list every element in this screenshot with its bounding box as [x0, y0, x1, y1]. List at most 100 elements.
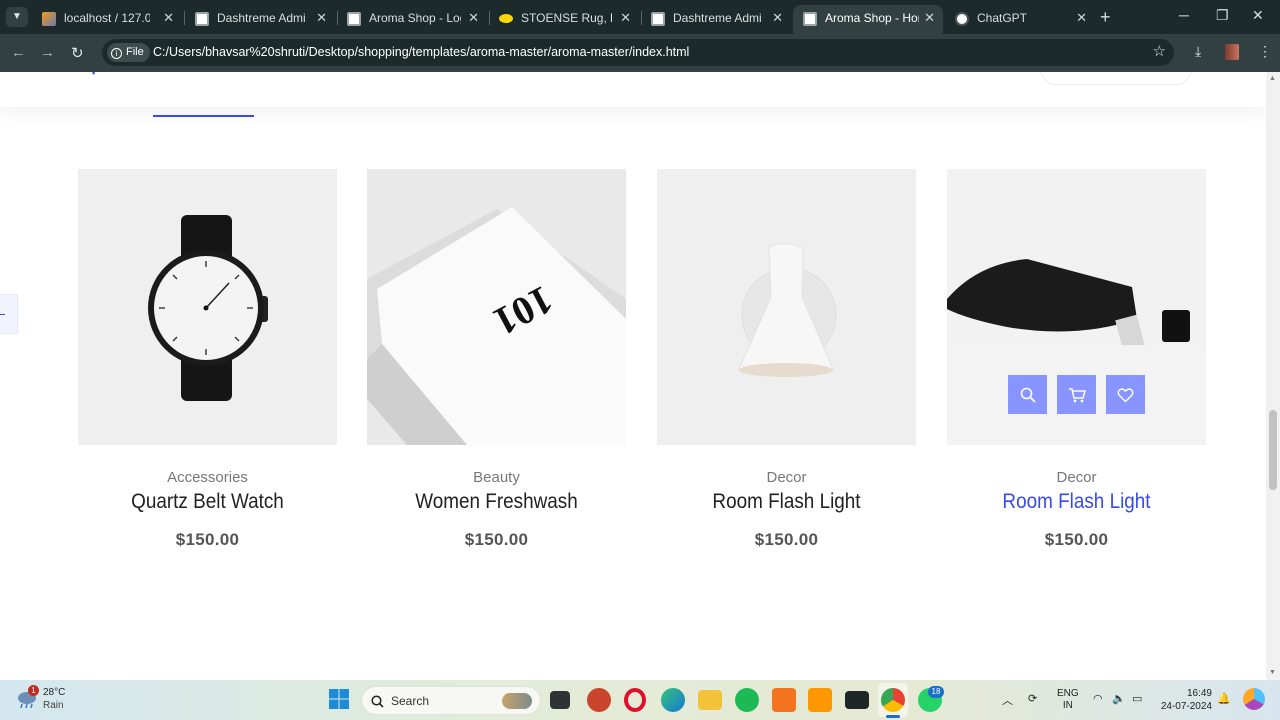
windows-taskbar: 1 28°C Rain Search 18 ︿ ⟳ ENG IN ◠ 🔈 ▭ 16… [0, 680, 1280, 720]
forward-button[interactable]: → [40, 44, 55, 61]
search-label: Search [391, 694, 430, 708]
task-view-icon[interactable] [550, 691, 570, 709]
lang-line2: IN [1062, 700, 1073, 711]
scroll-thumb[interactable] [1269, 410, 1277, 490]
wishlist-button[interactable] [1106, 375, 1145, 414]
tab-strip: ▼ localhost / 127.0.0.1 ✕ Dashtreme Admi… [0, 0, 1280, 34]
active-app-indicator [886, 715, 900, 718]
tab-title: ChatGPT [977, 11, 1028, 25]
product-image[interactable]: 101 [367, 169, 626, 445]
tab-chatgpt[interactable]: ChatGPT ✕ [945, 5, 1095, 34]
close-tab-icon[interactable]: ✕ [772, 10, 783, 26]
close-tab-icon[interactable]: ✕ [1076, 10, 1087, 26]
tab-title: STOENSE Rug, low pi [521, 11, 613, 25]
search-icon [371, 695, 384, 708]
browser-toolbar: ← → ↻ i File C:/Users/bhavsar%20shruti/De… [0, 34, 1280, 72]
clock-date: 24-07-2024 [1160, 701, 1212, 712]
tab-dashtreme-2[interactable]: Dashtreme Admin - F ✕ [641, 5, 791, 34]
tab-aroma-login[interactable]: Aroma Shop - Login ✕ [337, 5, 487, 34]
cart-icon [1068, 387, 1086, 402]
chatgpt-icon [955, 12, 969, 26]
tab-search-button[interactable]: ▼ [6, 7, 28, 27]
page-icon [651, 12, 665, 26]
product-name[interactable]: Quartz Belt Watch [91, 490, 324, 514]
lamp-image [657, 169, 916, 445]
tab-title: Aroma Shop - Login [369, 11, 461, 25]
bookmark-star-icon[interactable]: ☆ [1153, 42, 1166, 60]
weather-temp[interactable]: 28°C [43, 687, 65, 698]
close-window-button[interactable]: ✕ [1252, 7, 1264, 24]
nav-toggle-icon[interactable]: ▪ [92, 72, 95, 78]
page-icon [195, 12, 209, 26]
file-explorer-icon[interactable] [698, 690, 722, 710]
close-tab-icon[interactable]: ✕ [468, 10, 479, 26]
close-tab-icon[interactable]: ✕ [163, 10, 174, 26]
info-icon: i [111, 48, 122, 59]
tab-localhost[interactable]: localhost / 127.0.0.1 ✕ [32, 5, 182, 34]
quick-view-button[interactable] [1008, 375, 1047, 414]
terminal-icon[interactable] [845, 691, 869, 709]
taskbar-search[interactable]: Search [361, 686, 541, 715]
side-panel-toggle[interactable] [0, 294, 18, 334]
new-tab-button[interactable]: + [1100, 7, 1111, 28]
product-price: $150.00 [175, 530, 240, 549]
tab-dashtreme-1[interactable]: Dashtreme Admin - F ✕ [185, 5, 335, 34]
close-tab-icon[interactable]: ✕ [924, 10, 935, 26]
add-to-cart-button[interactable] [1057, 375, 1096, 414]
close-tab-icon[interactable]: ✕ [620, 10, 631, 26]
opera-icon[interactable] [624, 688, 646, 712]
menu-kebab-icon[interactable]: ⋮ [1258, 43, 1272, 60]
show-hidden-icons[interactable]: ︿ [1002, 692, 1013, 708]
weather-badge: 1 [28, 685, 39, 696]
sublime-icon[interactable] [808, 688, 832, 712]
edge-icon[interactable] [661, 688, 685, 712]
ikea-icon [499, 14, 513, 23]
wifi-icon[interactable]: ◠ [1093, 692, 1103, 705]
product-name[interactable]: Room Flash Light [670, 490, 903, 514]
sync-icon[interactable]: ⟳ [1028, 692, 1037, 705]
reload-button[interactable]: ↻ [71, 44, 84, 62]
language-indicator[interactable]: ENG IN [1057, 688, 1079, 712]
close-tab-icon[interactable]: ✕ [316, 10, 327, 26]
page-scrollbar[interactable]: ▲ ▼ [1266, 72, 1280, 680]
spotify-icon[interactable] [735, 688, 759, 712]
address-bar[interactable]: i File C:/Users/bhavsar%20shruti/Desktop/… [102, 39, 1174, 66]
section-title-underline [153, 115, 254, 117]
maximize-button[interactable]: ❐ [1216, 7, 1229, 24]
chip-label: File [126, 46, 144, 58]
minimize-button[interactable]: ─ [1179, 7, 1189, 23]
product-category: Accessories [167, 469, 248, 486]
url-text[interactable]: C:/Users/bhavsar%20shruti/Desktop/shoppi… [153, 45, 689, 59]
copilot-icon[interactable] [1243, 688, 1265, 710]
search-icon [1020, 387, 1036, 403]
start-button[interactable] [328, 688, 352, 712]
tab-title: localhost / 127.0.0.1 [64, 11, 150, 25]
tab-stoense[interactable]: STOENSE Rug, low pi ✕ [489, 5, 639, 34]
download-icon[interactable]: ⤓ [1195, 43, 1201, 60]
cream-tube-image: 101 [367, 169, 626, 445]
heart-icon [1117, 387, 1134, 402]
product-image[interactable] [78, 169, 337, 445]
site-info-chip[interactable]: i File [107, 43, 150, 62]
product-image[interactable] [657, 169, 916, 445]
chrome-icon[interactable] [881, 688, 905, 712]
weather-desc[interactable]: Rain [43, 700, 64, 711]
tab-aroma-home[interactable]: Aroma Shop - Home ✕ [793, 5, 943, 34]
whatsapp-badge: 18 [928, 686, 944, 698]
scroll-up-arrow[interactable]: ▲ [1269, 75, 1276, 82]
product-image[interactable] [947, 169, 1206, 445]
back-button[interactable]: ← [11, 44, 26, 61]
site-header: ▪ [0, 72, 1266, 107]
taskbar-clock[interactable]: 16:49 24-07-2024 [1156, 687, 1212, 713]
windows-icon [329, 689, 349, 709]
volume-icon[interactable]: 🔈 [1112, 692, 1126, 705]
header-button[interactable] [1040, 72, 1192, 85]
product-name[interactable]: Women Freshwash [380, 490, 613, 514]
xampp-icon[interactable] [772, 688, 796, 712]
profile-avatar[interactable] [1225, 44, 1239, 60]
notification-bell-icon[interactable]: 🔔 [1217, 692, 1231, 705]
battery-icon[interactable]: ▭ [1132, 692, 1142, 705]
scroll-down-arrow[interactable]: ▼ [1269, 669, 1276, 676]
product-name[interactable]: Room Flash Light [960, 490, 1193, 514]
powerpoint-icon[interactable] [587, 688, 611, 712]
